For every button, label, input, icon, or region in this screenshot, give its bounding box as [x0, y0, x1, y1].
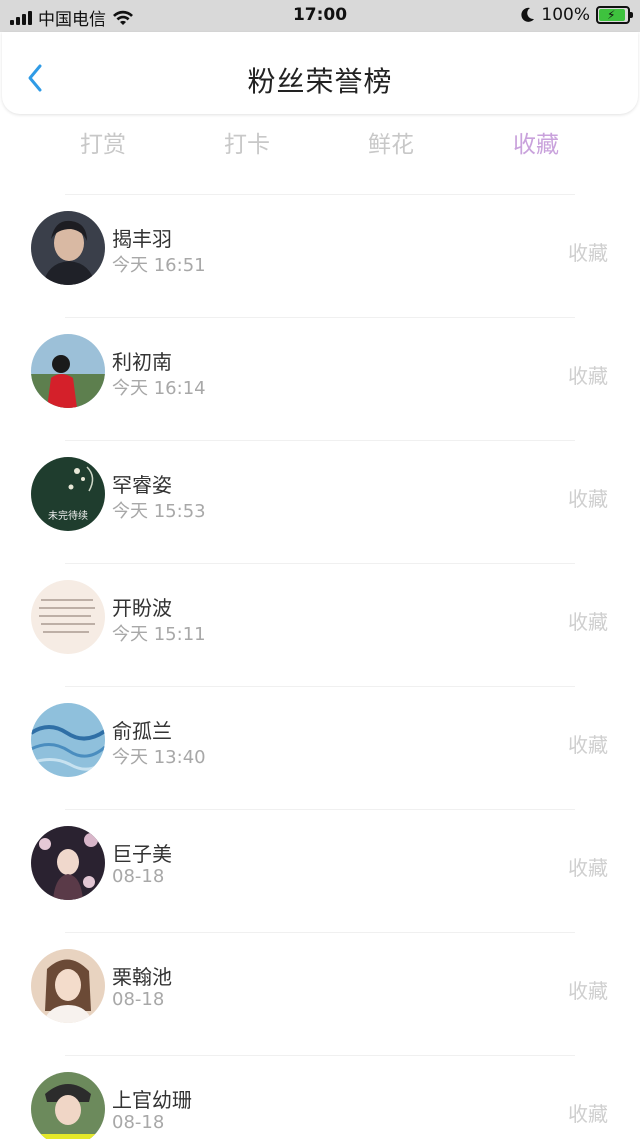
- avatar: [31, 580, 105, 654]
- favorite-action[interactable]: 收藏: [568, 237, 608, 266]
- list-item[interactable]: 巨子美 08-18 收藏: [0, 810, 640, 932]
- fan-list: 揭丰羽 今天 16:51 收藏 利初南 今天 16:14 收藏 未完待续 罕睿姿…: [0, 194, 640, 1139]
- avatar: 未完待续: [31, 457, 105, 531]
- favorite-action[interactable]: 收藏: [568, 852, 608, 881]
- avatar: [31, 949, 105, 1023]
- page-title: 粉丝荣誉榜: [247, 65, 393, 98]
- favorite-action[interactable]: 收藏: [568, 483, 608, 512]
- battery-icon: ⚡: [596, 6, 633, 24]
- tab-favorites[interactable]: 收藏: [513, 125, 559, 159]
- avatar: [31, 826, 105, 900]
- status-bar: 中国电信 17:00 100% ⚡: [0, 0, 640, 32]
- fan-name: 罕睿姿: [112, 473, 172, 497]
- tab-flowers[interactable]: 鲜花: [368, 125, 414, 159]
- list-item[interactable]: 开盼波 今天 15:11 收藏: [0, 564, 640, 686]
- fan-time: 今天 16:14: [112, 378, 206, 399]
- avatar: [31, 334, 105, 408]
- list-item[interactable]: 栗翰池 08-18 收藏: [0, 933, 640, 1055]
- avatar-caption: 未完待续: [48, 509, 88, 522]
- fan-name: 巨子美: [112, 842, 172, 866]
- fan-time: 08-18: [112, 1112, 165, 1133]
- favorite-action[interactable]: 收藏: [568, 729, 608, 758]
- fan-time: 今天 15:11: [112, 624, 206, 645]
- fan-time: 今天 15:53: [112, 501, 206, 522]
- fan-name: 利初南: [112, 350, 172, 374]
- favorite-action[interactable]: 收藏: [568, 975, 608, 1004]
- battery-percent: 100%: [541, 5, 590, 25]
- fan-time: 今天 13:40: [112, 747, 206, 768]
- list-item[interactable]: 俞孤兰 今天 13:40 收藏: [0, 687, 640, 809]
- tab-checkin[interactable]: 打卡: [224, 125, 270, 159]
- fan-name: 栗翰池: [112, 965, 172, 989]
- fan-name: 揭丰羽: [112, 227, 172, 251]
- tab-bar: 打赏 打卡 鲜花 收藏: [0, 125, 640, 169]
- fan-name: 开盼波: [112, 596, 172, 620]
- list-item[interactable]: 利初南 今天 16:14 收藏: [0, 318, 640, 440]
- avatar: [31, 703, 105, 777]
- avatar: [31, 211, 105, 285]
- list-item[interactable]: 上官幼珊 08-18 收藏: [0, 1056, 640, 1139]
- nav-header: 粉丝荣誉榜: [2, 32, 638, 114]
- favorite-action[interactable]: 收藏: [568, 606, 608, 635]
- fan-name: 俞孤兰: [112, 719, 172, 743]
- fan-time: 08-18: [112, 989, 165, 1010]
- fan-name: 上官幼珊: [112, 1088, 192, 1112]
- avatar: [31, 1072, 105, 1139]
- list-item[interactable]: 未完待续 罕睿姿 今天 15:53 收藏: [0, 441, 640, 563]
- favorite-action[interactable]: 收藏: [568, 360, 608, 389]
- fan-time: 今天 16:51: [112, 255, 206, 276]
- status-right: 100% ⚡: [521, 5, 633, 25]
- moon-icon: [521, 7, 535, 22]
- favorite-action[interactable]: 收藏: [568, 1098, 608, 1127]
- tab-reward[interactable]: 打赏: [80, 125, 126, 159]
- list-item[interactable]: 揭丰羽 今天 16:51 收藏: [0, 195, 640, 317]
- fan-time: 08-18: [112, 866, 165, 887]
